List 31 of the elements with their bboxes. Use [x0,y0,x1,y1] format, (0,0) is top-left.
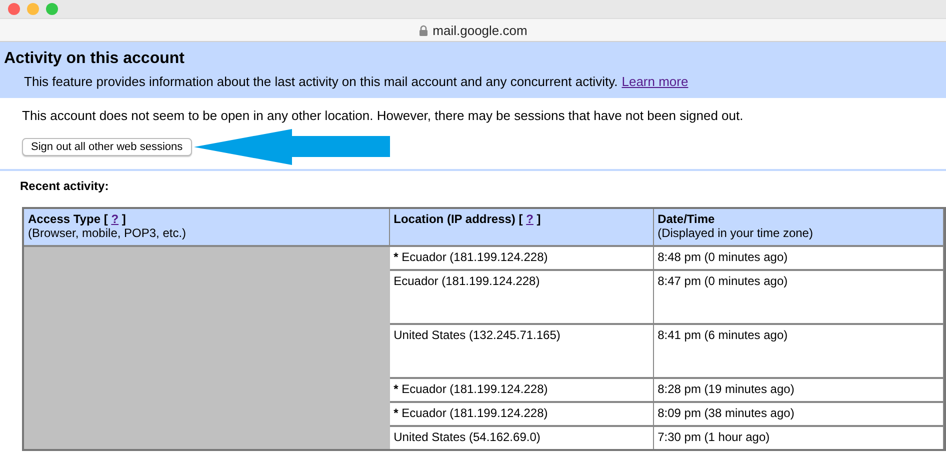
address-bar[interactable]: mail.google.com [0,18,946,42]
time-cell: 8:28 pm (19 minutes ago) [658,382,794,396]
time-cell: 8:09 pm (38 minutes ago) [658,406,794,420]
description-text: This feature provides information about the last activity on this mail account and any concurrent activity. [24,74,618,89]
time-cell: 8:41 pm (6 minutes ago) [658,328,788,342]
location-cell: United States (54.162.69.0) [394,430,540,444]
location-cell: * Ecuador (181.199.124.228) [394,250,548,264]
location-cell: Ecuador (181.199.124.228) [394,274,540,288]
column-title: Access Type [ ? ] [28,212,126,226]
lock-icon [418,24,428,36]
column-subtitle: (Displayed in your time zone) [658,226,814,240]
learn-more-link[interactable]: Learn more [622,74,688,89]
section-title: Recent activity: [20,179,110,193]
location-cell: * Ecuador (181.199.124.228) [394,382,548,396]
minimize-icon[interactable] [27,3,39,15]
zoom-icon[interactable] [46,3,58,15]
time-cell: 8:48 pm (0 minutes ago) [658,250,788,264]
notice-text: This account does not seem to be open in any other location. However, there may be sessions that have not been signed out. [22,108,744,123]
location-cell: United States (132.245.71.165) [394,328,560,342]
url-text: mail.google.com [432,22,528,38]
column-title: Date/Time [658,212,715,226]
page-title: Activity on this account [4,50,184,68]
close-icon[interactable] [8,3,20,15]
help-link[interactable]: ? [526,212,534,226]
column-title: Location (IP address) [ ? ] [394,212,541,226]
help-link[interactable]: ? [111,212,119,226]
column-subtitle: (Browser, mobile, POP3, etc.) [28,226,188,240]
sign-out-button[interactable]: Sign out all other web sessions [22,138,192,156]
time-cell: 7:30 pm (1 hour ago) [658,430,770,444]
location-cell: * Ecuador (181.199.124.228) [394,406,548,420]
time-cell: 8:47 pm (0 minutes ago) [658,274,788,288]
